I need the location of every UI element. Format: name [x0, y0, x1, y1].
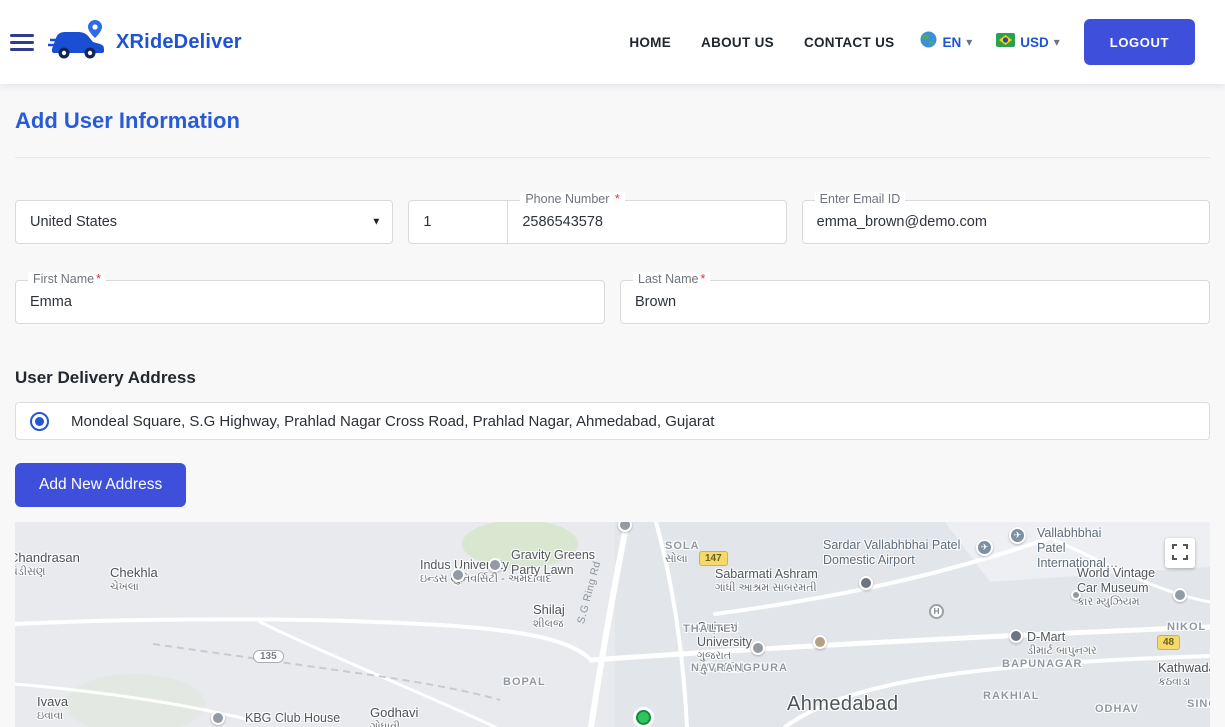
phone-number-box: Phone Number *	[507, 200, 786, 244]
flag-icon	[996, 33, 1015, 52]
phone-number-label: Phone Number *	[520, 192, 624, 206]
first-name-label: First Name*	[28, 272, 106, 286]
map-label: RAKHIAL	[983, 690, 1040, 703]
map-city-label: Ahmedabad	[787, 692, 898, 716]
add-new-address-button[interactable]: Add New Address	[15, 463, 186, 507]
map-label: Sabarmati Ashramગાંધી આશ્રમ સાબરમતી	[715, 567, 818, 595]
address-text: Mondeal Square, S.G Highway, Prahlad Nag…	[71, 413, 714, 430]
poi-marker[interactable]	[751, 641, 765, 655]
car-logo-icon	[48, 18, 108, 67]
email-box: Enter Email ID	[802, 200, 1210, 244]
divider	[15, 157, 1210, 158]
phone-group: Phone Number *	[408, 200, 786, 244]
last-name-label: Last Name*	[633, 272, 710, 286]
last-name-box: Last Name*	[620, 280, 1210, 324]
map-label: KBG Club House	[245, 711, 340, 726]
chevron-down-icon: ▾	[1054, 35, 1060, 49]
last-name-input[interactable]	[635, 294, 1195, 310]
country-select-wrap: United States ▼	[15, 200, 393, 244]
main-content: Add User Information United States ▼ Pho…	[0, 108, 1225, 727]
map-label: Godhaviગોધાવી	[370, 705, 418, 727]
required-asterisk: *	[96, 272, 101, 286]
poi-marker[interactable]	[859, 576, 873, 590]
currency-selector[interactable]: USD ▾	[996, 33, 1060, 52]
map-label: Kathwadaકઠવાડા	[1158, 660, 1210, 689]
form-row-1: United States ▼ Phone Number * Enter Ema…	[15, 200, 1210, 244]
fullscreen-icon	[1172, 544, 1188, 563]
airport-marker[interactable]: ✈	[1009, 527, 1026, 544]
selected-location-marker[interactable]	[636, 710, 651, 725]
map-label: Chandrasanચંડીસણ	[15, 550, 80, 579]
map-label: ODHAV	[1095, 703, 1139, 716]
form-row-2: First Name* Last Name*	[15, 280, 1210, 324]
poi-marker[interactable]	[1071, 590, 1081, 600]
address-radio-selected[interactable]	[30, 412, 49, 431]
map-label: NAVRANGPURA	[691, 662, 788, 675]
poi-marker[interactable]	[211, 711, 225, 725]
nav-home[interactable]: HOME	[629, 35, 671, 50]
poi-marker[interactable]	[1173, 588, 1187, 602]
map-label: Ivavaઇવાવા	[37, 694, 68, 723]
brand-logo[interactable]: XRideDeliver	[48, 18, 242, 67]
brand-name: XRideDeliver	[116, 31, 242, 54]
poi-marker[interactable]	[813, 635, 827, 649]
map-label: NIKOL	[1167, 621, 1206, 634]
required-asterisk: *	[700, 272, 705, 286]
country-select[interactable]: United States	[15, 200, 393, 244]
map[interactable]: Chandrasanચંડીસણ Chekhlaચેખલા Ivavaઇવાવા…	[15, 522, 1210, 727]
map-label: Sardar Vallabhbhai Patel Domestic Airpor…	[823, 538, 968, 568]
email-input[interactable]	[817, 214, 1195, 230]
address-option-row[interactable]: Mondeal Square, S.G Highway, Prahlad Nag…	[15, 402, 1210, 440]
map-label: Shilajશીલજ	[533, 602, 565, 631]
required-asterisk: *	[615, 192, 620, 206]
chevron-down-icon: ▾	[966, 35, 972, 49]
globe-icon	[920, 31, 937, 53]
map-label: SOLAસોલા	[665, 540, 700, 566]
phone-code-input[interactable]	[423, 214, 493, 230]
main-nav: HOME ABOUT US CONTACT US	[629, 35, 894, 50]
header: XRideDeliver HOME ABOUT US CONTACT US EN…	[0, 0, 1225, 84]
poi-marker[interactable]	[1009, 629, 1023, 643]
map-label: THALTEJ	[683, 623, 739, 636]
route-shield: 48	[1157, 635, 1180, 650]
airplane-icon: ✈	[981, 542, 989, 553]
hamburger-menu-icon[interactable]	[10, 34, 34, 51]
map-fullscreen-button[interactable]	[1165, 538, 1195, 568]
map-label: Chekhlaચેખલા	[110, 565, 158, 594]
phone-code-box	[408, 200, 508, 244]
route-shield: 135	[253, 650, 284, 663]
map-label: SINGA	[1187, 698, 1210, 711]
airplane-icon: ✈	[1014, 530, 1022, 541]
nav-contact-us[interactable]: CONTACT US	[804, 35, 895, 50]
phone-number-input[interactable]	[522, 214, 771, 230]
hospital-marker[interactable]: H	[929, 604, 944, 619]
first-name-box: First Name*	[15, 280, 605, 324]
language-value: EN	[942, 35, 961, 50]
map-label: Vallabhbhai Patel International…	[1037, 526, 1122, 571]
airport-marker[interactable]: ✈	[976, 539, 993, 556]
map-label: D-Martડીમાર્ટ બાપુનગર	[1027, 630, 1097, 658]
email-label: Enter Email ID	[815, 192, 906, 206]
first-name-input[interactable]	[30, 294, 590, 310]
map-label: BOPAL	[503, 676, 546, 689]
logout-button[interactable]: LOGOUT	[1084, 19, 1195, 65]
language-selector[interactable]: EN ▾	[920, 31, 972, 53]
route-shield: 147	[699, 551, 728, 566]
poi-marker[interactable]	[488, 558, 502, 572]
delivery-address-heading: User Delivery Address	[15, 368, 1210, 388]
nav-about-us[interactable]: ABOUT US	[701, 35, 774, 50]
map-label: World Vintage Car Museumકાર મ્યુઝિયમ	[1077, 566, 1169, 609]
currency-value: USD	[1020, 35, 1049, 50]
page-title: Add User Information	[15, 108, 1210, 134]
map-label: BAPUNAGAR	[1002, 658, 1083, 671]
poi-marker[interactable]	[451, 568, 465, 582]
